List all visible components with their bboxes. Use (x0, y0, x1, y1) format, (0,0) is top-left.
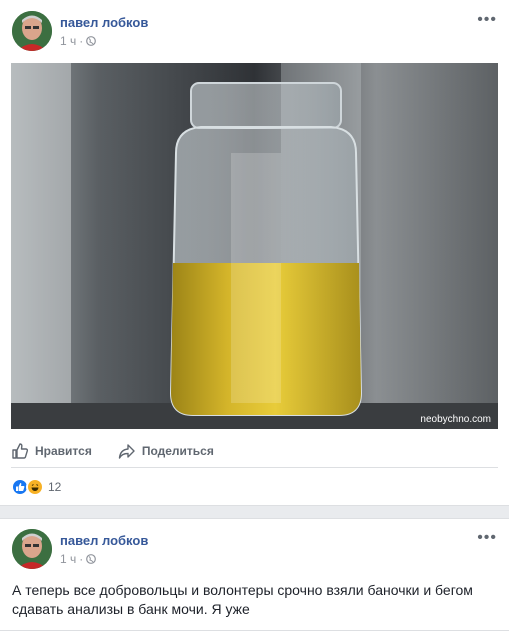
post-photo[interactable]: neobychno.com (11, 63, 498, 429)
post-card: павел лобков 1 ч · ••• (0, 0, 509, 506)
avatar-photo (12, 529, 52, 569)
meta-separator: · (79, 34, 84, 48)
share-button[interactable]: Поделиться (118, 442, 214, 460)
more-options-button[interactable]: ••• (477, 11, 497, 29)
post-header: павел лобков 1 ч · ••• (12, 11, 497, 53)
like-label: Нравится (35, 444, 92, 458)
timestamp[interactable]: 1 ч (60, 34, 76, 48)
divider (11, 467, 498, 468)
meta-separator: · (79, 552, 84, 566)
author-name[interactable]: павел лобков (60, 15, 148, 30)
avatar-photo (12, 11, 52, 51)
timestamp[interactable]: 1 ч (60, 552, 76, 566)
post-actions: Нравится Поделиться (11, 437, 498, 465)
post-meta: 1 ч · (60, 34, 97, 48)
reaction-count: 12 (48, 480, 62, 494)
thumbs-up-icon (12, 443, 29, 459)
post-text: А теперь все добровольцы и волонтеры сро… (12, 582, 473, 617)
globe-icon (86, 36, 97, 46)
post-header: павел лобков 1 ч · ••• (12, 529, 497, 571)
photo-watermark: neobychno.com (420, 414, 491, 425)
like-button[interactable]: Нравится (11, 442, 92, 460)
jar-photo: neobychno.com (11, 63, 498, 429)
author-name[interactable]: павел лобков (60, 533, 148, 548)
globe-icon (86, 554, 97, 564)
share-label: Поделиться (141, 444, 214, 458)
share-arrow-icon (118, 444, 135, 459)
haha-reaction-icon (26, 478, 44, 496)
post-meta: 1 ч · (60, 552, 97, 566)
reaction-summary[interactable]: 12 (11, 478, 61, 496)
avatar[interactable] (12, 11, 52, 51)
avatar[interactable] (12, 529, 52, 569)
more-options-button[interactable]: ••• (477, 529, 497, 547)
